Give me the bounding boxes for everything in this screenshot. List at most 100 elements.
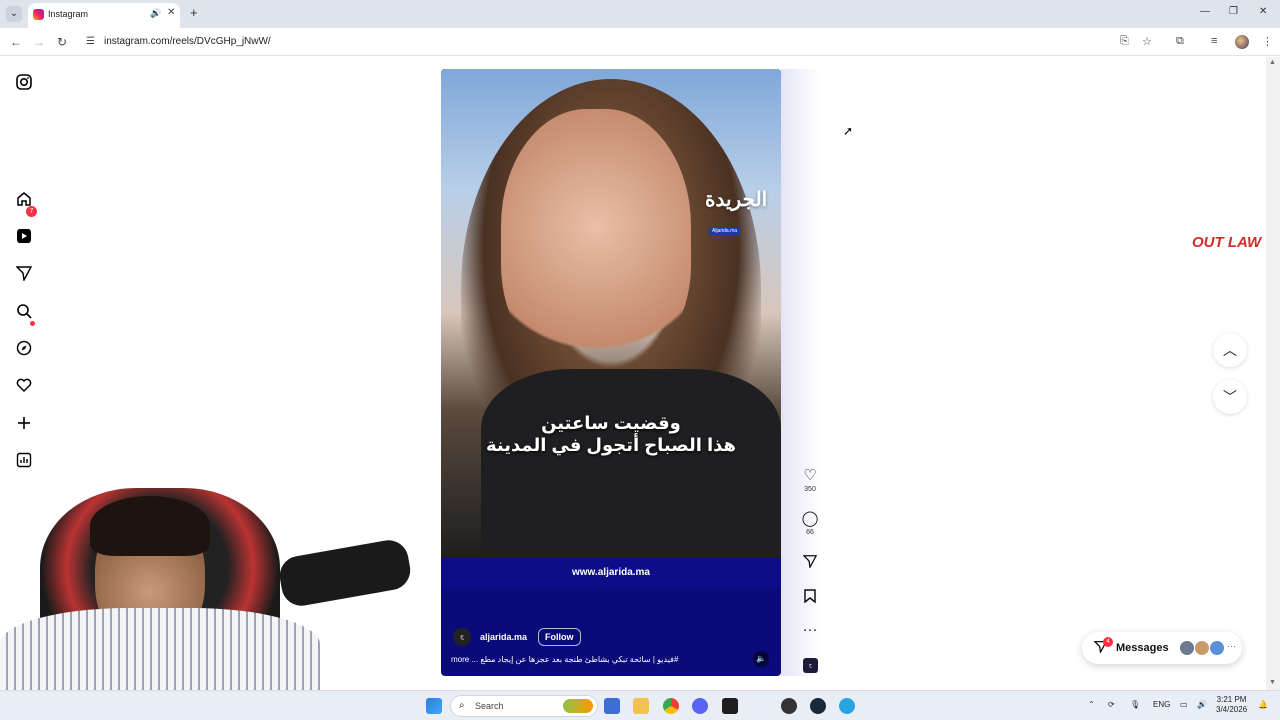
webcam-overlay [0,488,416,690]
author-avatar[interactable]: ج [453,628,471,646]
comment-count: 66 [806,529,814,536]
original-audio-thumbnail[interactable]: ج [803,658,818,673]
outlaw-logo: OUT LAW [1192,234,1262,251]
language-indicator[interactable]: ENG [1153,700,1170,709]
author-name[interactable]: aljarida.ma [480,632,527,642]
task-view-icon[interactable] [604,698,620,714]
explore-compass-icon[interactable] [14,338,34,358]
file-explorer-icon[interactable] [633,698,649,714]
instagram-logo-icon[interactable] [14,72,34,92]
aljarida-watermark-logo: الجريدة [705,187,768,211]
site-url-strip: www.aljarida.ma [441,558,781,588]
browser-profile-avatar[interactable] [1235,35,1249,49]
install-app-icon[interactable]: ⎘ [1120,35,1129,48]
taskbar-search-box[interactable]: ⌕ Search [450,695,598,717]
mute-toggle-icon[interactable]: 🔈 [753,651,769,667]
search-icon[interactable] [14,301,34,321]
search-icon: ⌕ [459,700,465,711]
messages-badge: 4 [1103,637,1113,647]
caption-line-2: هذا الصباح أتجول في المدينة [485,435,736,455]
messages-drawer-button[interactable]: 4 Messages ··· [1082,632,1242,664]
page-scrollbar[interactable]: ▲ ▼ [1266,57,1280,690]
volume-icon[interactable]: 🔊 [1197,700,1207,709]
share-action[interactable] [798,554,822,572]
browser-tab[interactable]: Instagram 🔊 ✕ [28,3,180,28]
scroll-up-arrow-icon[interactable]: ▲ [1269,59,1276,66]
save-action[interactable] [798,589,822,607]
streamer-shirt [0,608,320,690]
reel-side-glow [781,69,821,676]
video-subject-face [501,109,691,369]
windows-start-icon[interactable] [426,698,442,714]
taskbar-search-placeholder: Search [475,701,504,711]
more-dots-icon[interactable]: ··· [798,622,822,638]
reel-video-frame[interactable]: الجريدة Aljarida.ma وقضيت ساعتين هذا الص… [441,69,781,569]
share-send-icon[interactable] [798,554,822,572]
bookmark-icon[interactable] [798,589,822,607]
follow-button[interactable]: Follow [538,628,581,646]
site-info-icon[interactable]: ☰ [86,36,95,47]
search-highlight-icon [563,699,593,713]
back-button[interactable]: ← [10,35,22,49]
notifications-bell-icon[interactable]: 🔔 [1258,700,1268,709]
clock-time: 3:21 PM [1216,695,1247,704]
create-plus-icon[interactable] [14,413,34,433]
media-controls-icon[interactable]: ≡ [1211,35,1217,47]
next-reel-button[interactable]: ﹀ [1213,380,1247,414]
app-icon[interactable] [781,698,797,714]
message-contact-avatar [1209,640,1225,656]
close-window-button[interactable]: ✕ [1259,6,1267,17]
comment-action[interactable]: ◯ 66 [798,511,822,537]
reel-video-player[interactable]: الجريدة Aljarida.ma وقضيت ساعتين هذا الص… [441,69,781,676]
scroll-down-arrow-icon[interactable]: ▼ [1269,679,1276,686]
tab-search-button[interactable]: ⌄ [6,6,22,22]
microphone-icon[interactable]: 🎙 [1130,700,1140,709]
new-tab-button[interactable]: + [190,5,198,20]
microphone [276,537,414,609]
reel-description[interactable]: more ... فيديو | سائحة تبكي بشاطئ طنجة ب… [451,655,731,664]
network-icon[interactable]: ▭ [1180,700,1188,709]
forward-button[interactable]: → [33,35,45,49]
chrome-icon[interactable] [663,698,679,714]
tray-overflow-icon[interactable]: ⌃ [1088,700,1095,709]
steam-icon[interactable] [810,698,826,714]
url-text[interactable]: instagram.com/reels/DVcGHp_jNwW/ [104,36,271,47]
close-tab-icon[interactable]: ✕ [167,7,175,18]
notification-dot [30,321,35,326]
discord-icon[interactable] [692,698,708,714]
video-subject-coat [481,369,781,569]
notifications-badge: 7 [26,206,37,217]
previous-reel-button[interactable]: ︿ [1213,333,1247,367]
windows-taskbar: ⌕ Search ⌃ ⟳ 🎙 ENG ▭ 🔊 3:21 PM 3/4/2026 … [0,690,1280,720]
extensions-icon[interactable]: ⧉ [1176,35,1184,48]
tab-title: Instagram [48,9,89,19]
restore-button[interactable]: ❐ [1229,6,1238,17]
speaker-icon[interactable]: 🔊 [150,8,161,19]
notifications-heart-icon[interactable] [14,375,34,395]
app-icon[interactable] [839,698,855,714]
tray-app-icon[interactable]: ⟳ [1108,700,1115,709]
mouse-cursor-icon: ➚ [843,124,854,138]
reload-button[interactable]: ↻ [57,35,67,49]
message-contact-avatar [1179,640,1195,656]
like-action[interactable]: ♡ 350 [798,468,822,494]
streamer-hair [90,496,210,556]
direct-messages-icon[interactable] [14,263,34,283]
reels-icon[interactable] [14,226,34,246]
like-heart-icon[interactable]: ♡ [798,468,822,484]
address-bar[interactable]: ☰ instagram.com/reels/DVcGHp_jNwW/ [80,31,1120,53]
system-clock[interactable]: 3:21 PM 3/4/2026 [1216,695,1247,715]
clock-date: 3/4/2026 [1216,705,1248,714]
more-options[interactable]: ··· [798,622,822,638]
bookmark-star-icon[interactable]: ☆ [1142,35,1152,48]
comment-bubble-icon[interactable]: ◯ [798,511,822,527]
caption-line-1: وقضيت ساعتين [541,413,681,433]
instagram-favicon-icon [33,9,44,20]
video-caption: وقضيت ساعتين هذا الصباح أتجول في المدينة [441,412,781,456]
terminal-icon[interactable] [722,698,738,714]
message-contact-avatar [1194,640,1210,656]
minimize-button[interactable]: — [1200,6,1210,17]
browser-menu-icon[interactable]: ⋮ [1262,35,1273,48]
browser-tab-bar: ⌄ Instagram 🔊 ✕ + — ❐ ✕ [0,0,1280,28]
dashboard-icon[interactable] [14,450,34,470]
